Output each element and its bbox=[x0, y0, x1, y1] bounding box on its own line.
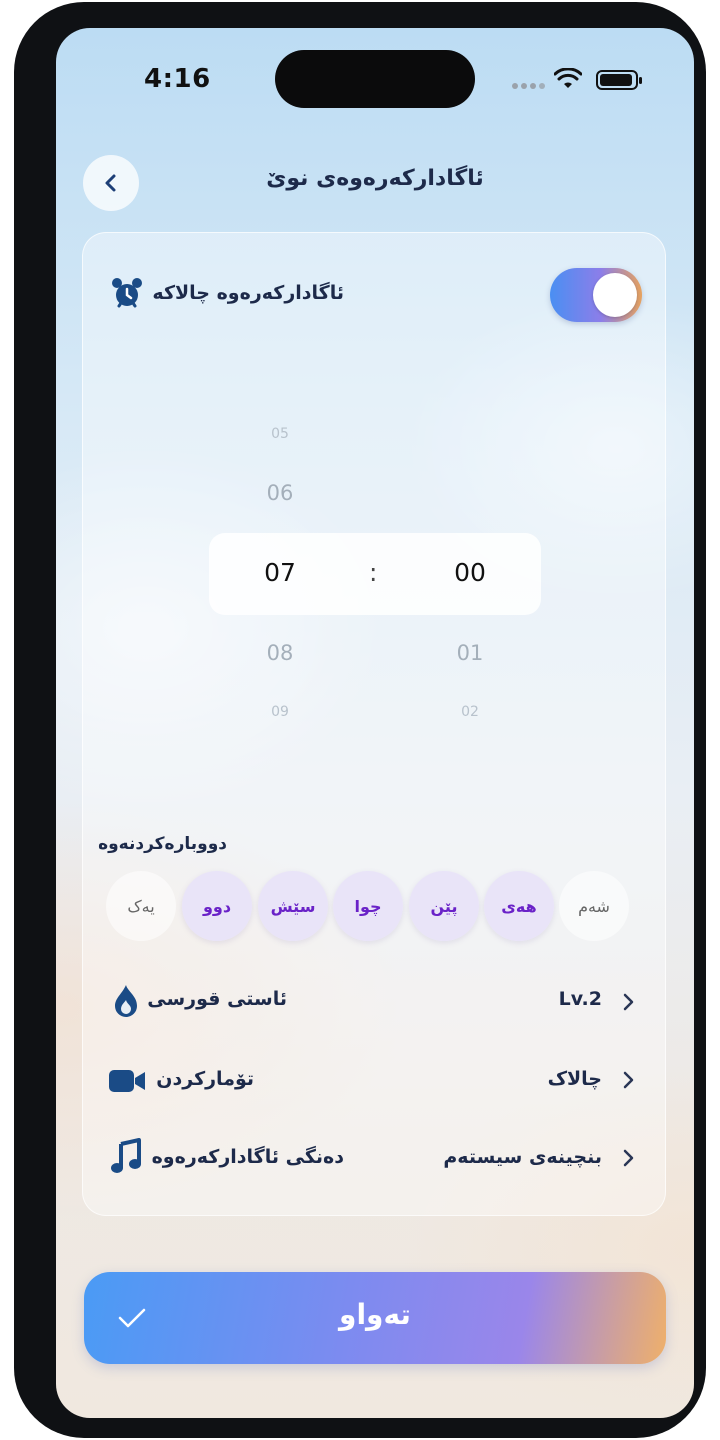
alarm-enabled-label: ئاگادارکەرەوە چالاکە bbox=[152, 282, 344, 304]
recording-label: تۆمارکردن bbox=[156, 1068, 254, 1090]
wifi-icon bbox=[554, 68, 582, 88]
hour-option[interactable]: 05 bbox=[240, 426, 320, 442]
minute-selected[interactable]: 00 bbox=[430, 558, 510, 587]
dynamic-island bbox=[275, 50, 475, 108]
back-button[interactable] bbox=[83, 155, 139, 211]
chevron-right-icon bbox=[623, 993, 634, 1011]
difficulty-label: ئاستی قورسی bbox=[147, 988, 287, 1010]
status-time: 4:16 bbox=[144, 64, 211, 94]
time-separator: : bbox=[369, 558, 378, 587]
signal-dots-icon bbox=[512, 83, 545, 89]
hour-option[interactable]: 08 bbox=[240, 641, 320, 665]
done-button[interactable]: تەواو bbox=[84, 1272, 666, 1364]
hour-option[interactable]: 06 bbox=[240, 481, 320, 505]
flame-icon bbox=[115, 985, 137, 1017]
screen: 4:16 ئاگادارکەرەوەی نوێ ئاگادارکەرەوە چا… bbox=[56, 28, 694, 1418]
minute-option[interactable]: 01 bbox=[430, 641, 510, 665]
done-label: تەواو bbox=[339, 1298, 411, 1331]
recording-value: چالاک bbox=[547, 1068, 602, 1090]
toggle-knob bbox=[593, 273, 637, 317]
day-monday[interactable]: دوو bbox=[182, 871, 252, 941]
battery-icon bbox=[596, 70, 642, 90]
repeat-title: دووبارەکردنەوە bbox=[98, 834, 227, 854]
alarm-enabled-toggle[interactable] bbox=[550, 268, 642, 322]
hour-option[interactable]: 09 bbox=[240, 704, 320, 720]
difficulty-value: Lv.2 bbox=[558, 988, 602, 1010]
day-saturday[interactable]: شەم bbox=[559, 871, 629, 941]
day-friday[interactable]: هەی bbox=[484, 871, 554, 941]
alarm-sound-label: دەنگی ئاگادارکەرەوە bbox=[151, 1146, 344, 1168]
video-camera-icon bbox=[109, 1070, 145, 1092]
alarm-clock-icon bbox=[112, 278, 142, 308]
day-wednesday[interactable]: چوا bbox=[333, 871, 403, 941]
day-tuesday[interactable]: سێش bbox=[258, 871, 328, 941]
day-thursday[interactable]: پێن bbox=[409, 871, 479, 941]
alarm-sound-value: بنچینەی سیستەم bbox=[443, 1146, 602, 1168]
page-title: ئاگادارکەرەوەی نوێ bbox=[266, 166, 484, 191]
chevron-right-icon bbox=[623, 1071, 634, 1089]
music-note-icon bbox=[111, 1138, 141, 1173]
phone-frame: 4:16 ئاگادارکەرەوەی نوێ ئاگادارکەرەوە چا… bbox=[14, 2, 706, 1438]
day-sunday[interactable]: یەک bbox=[106, 871, 176, 941]
chevron-left-icon bbox=[105, 174, 116, 192]
hour-selected[interactable]: 07 bbox=[240, 558, 320, 587]
chevron-right-icon bbox=[623, 1149, 634, 1167]
minute-option[interactable]: 02 bbox=[430, 704, 510, 720]
